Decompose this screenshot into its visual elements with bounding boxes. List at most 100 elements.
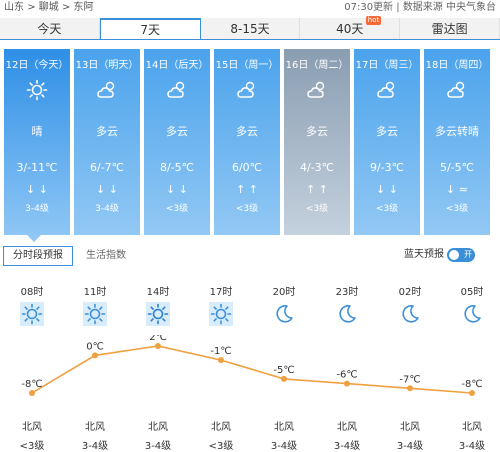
wind-level: <3级 bbox=[375, 204, 399, 214]
temperature-point bbox=[155, 343, 161, 349]
wind-level: <3级 bbox=[305, 204, 329, 214]
tab-today[interactable]: 今天 bbox=[0, 18, 100, 39]
sun-icon bbox=[146, 302, 170, 326]
tab-label: 7天 bbox=[140, 23, 161, 37]
hour-time: 20时 bbox=[272, 287, 296, 298]
moon-icon bbox=[272, 302, 296, 326]
temperature-point bbox=[281, 375, 287, 382]
wind-level: 3-4级 bbox=[25, 204, 49, 214]
day-date: 13日（明天） bbox=[75, 60, 139, 71]
weather-description: 多云 bbox=[376, 125, 398, 138]
update-info: 07:30更新 | 数据来源 中央气象台 bbox=[344, 0, 496, 16]
tab-40-days[interactable]: 40天 hot bbox=[300, 16, 401, 39]
breadcrumb: 山东 > 聊城 > 东阿 bbox=[4, 0, 94, 16]
day-date: 17日（周三） bbox=[355, 60, 419, 71]
blue-sky-forecast-label: 蓝天预报 bbox=[404, 249, 444, 260]
hour-wind-level: 3-4级 bbox=[270, 441, 298, 452]
hour-time: 14时 bbox=[146, 287, 170, 298]
forecast-tabs: 今天 7天 8-15天 40天 hot 雷达图 bbox=[0, 16, 500, 40]
hour-wind-direction: 北风 bbox=[462, 422, 482, 433]
hour-time: 17时 bbox=[209, 287, 233, 298]
hour-wind-direction: 北风 bbox=[85, 422, 105, 433]
wind-level: <3级 bbox=[165, 204, 189, 214]
day-column[interactable]: 14日（后天） 多云 8/-5℃ ↓ ↓ <3级 bbox=[144, 49, 210, 235]
cloudy-icon bbox=[306, 79, 328, 101]
wind-direction-icons: ↑ ↑ bbox=[236, 183, 258, 196]
temperature-label: -5℃ bbox=[273, 365, 294, 376]
temperature-range: 5/-5℃ bbox=[439, 161, 475, 174]
tab-7-days[interactable]: 7天 bbox=[99, 18, 201, 39]
hour-wind-direction: 北风 bbox=[274, 422, 294, 433]
wind-direction-icons: ↓ ↓ bbox=[376, 183, 398, 196]
sun-icon bbox=[83, 302, 107, 326]
temperature-point bbox=[29, 390, 35, 396]
day-date: 14日（后天） bbox=[145, 60, 209, 71]
hour-wind-level: 3-4级 bbox=[144, 441, 172, 452]
cloudy-icon bbox=[376, 79, 398, 101]
breadcrumb-separator: > bbox=[61, 2, 71, 13]
breadcrumb-province[interactable]: 山东 bbox=[4, 2, 24, 13]
tab-8-15-days[interactable]: 8-15天 bbox=[200, 18, 301, 39]
wind-level: <3级 bbox=[235, 204, 259, 214]
weather-description: 晴 bbox=[31, 125, 43, 138]
tab-label: 今天 bbox=[37, 22, 62, 36]
temperature-point bbox=[92, 352, 98, 359]
breadcrumb-separator: > bbox=[27, 2, 36, 13]
temperature-point bbox=[344, 380, 350, 387]
hour-wind-direction: 北风 bbox=[400, 422, 420, 433]
temperature-label: 2℃ bbox=[149, 335, 167, 343]
tab-hourly-forecast[interactable]: 分时段预报 bbox=[3, 246, 73, 266]
day-column[interactable]: 12日（今天） 晴 3/-11℃ ↓ ↓ 3-4级 bbox=[4, 49, 70, 235]
temperature-label: -8℃ bbox=[21, 379, 42, 390]
hour-wind-direction: 北风 bbox=[211, 422, 231, 433]
temperature-label: -6℃ bbox=[336, 370, 357, 381]
hour-time: 02时 bbox=[398, 287, 422, 298]
temperature-range: 3/-11℃ bbox=[16, 161, 58, 174]
hour-wind-level: 3-4级 bbox=[458, 441, 486, 452]
hour-wind-level: <3级 bbox=[208, 441, 234, 452]
breadcrumb-county[interactable]: 东阿 bbox=[74, 2, 94, 13]
temperature-line bbox=[31, 345, 473, 394]
wind-level: 3-4级 bbox=[95, 204, 119, 214]
temperature-label: -1℃ bbox=[210, 346, 231, 357]
hourly-temperature-chart: -8℃ 0℃ 2℃ -1℃ -5℃ -6℃ -7℃ -8℃ bbox=[21, 335, 483, 396]
hour-wind-direction: 北风 bbox=[148, 422, 168, 433]
day-column[interactable]: 16日（周二） 多云 4/-3℃ ↑ ↑ <3级 bbox=[284, 49, 350, 235]
hour-wind-level: 3-4级 bbox=[81, 441, 109, 452]
breadcrumb-city[interactable]: 聊城 bbox=[39, 2, 59, 13]
toggle-knob bbox=[449, 250, 459, 260]
wind-direction-icons: ↑ ↑ bbox=[306, 183, 328, 196]
hour-wind-level: 3-4级 bbox=[333, 441, 361, 452]
tab-radar[interactable]: 雷达图 bbox=[400, 18, 500, 39]
temperature-range: 8/-5℃ bbox=[159, 161, 195, 174]
weather-description: 多云 bbox=[306, 125, 328, 138]
wind-direction-icons: ↓ ↓ bbox=[26, 183, 48, 196]
tab-label: 雷达图 bbox=[431, 22, 468, 36]
moon-icon bbox=[460, 302, 484, 326]
tab-label: 8-15天 bbox=[230, 22, 270, 36]
tab-life-index[interactable]: 生活指数 bbox=[86, 246, 126, 266]
temperature-label: -8℃ bbox=[461, 379, 482, 390]
weather-description: 多云 bbox=[236, 125, 258, 138]
moon-icon bbox=[335, 302, 359, 326]
day-column[interactable]: 13日（明天） 多云 6/-7℃ ↓ ↓ 3-4级 bbox=[74, 49, 140, 235]
weather-description: 多云 bbox=[166, 125, 188, 138]
temperature-range: 9/-3℃ bbox=[369, 161, 405, 174]
hour-time: 08时 bbox=[20, 287, 44, 298]
hot-badge: hot bbox=[365, 16, 382, 25]
day-column[interactable]: 18日（周四） 多云转晴 5/-5℃ ↓ ≈ <3级 bbox=[424, 49, 490, 235]
weather-description: 多云 bbox=[96, 125, 118, 138]
sun-icon bbox=[20, 302, 44, 326]
moon-icon bbox=[398, 302, 422, 326]
day-date: 16日（周二） bbox=[285, 60, 349, 71]
temperature-range: 6/-7℃ bbox=[89, 161, 125, 174]
day-date: 12日（今天） bbox=[5, 60, 69, 71]
temperature-range: 4/-3℃ bbox=[299, 161, 335, 174]
hour-time: 11时 bbox=[83, 287, 107, 298]
day-column[interactable]: 15日（周一） 多云 6/0℃ ↑ ↑ <3级 bbox=[214, 49, 280, 235]
hour-wind-level: 3-4级 bbox=[396, 441, 424, 452]
blue-sky-toggle[interactable]: 开 bbox=[447, 248, 475, 262]
day-column[interactable]: 17日（周三） 多云 9/-3℃ ↓ ↓ <3级 bbox=[354, 49, 420, 235]
temperature-label: -7℃ bbox=[399, 374, 420, 385]
hourly-times: 08时 11时 14时 17时 20时 23时 02时 05时 bbox=[0, 283, 500, 299]
